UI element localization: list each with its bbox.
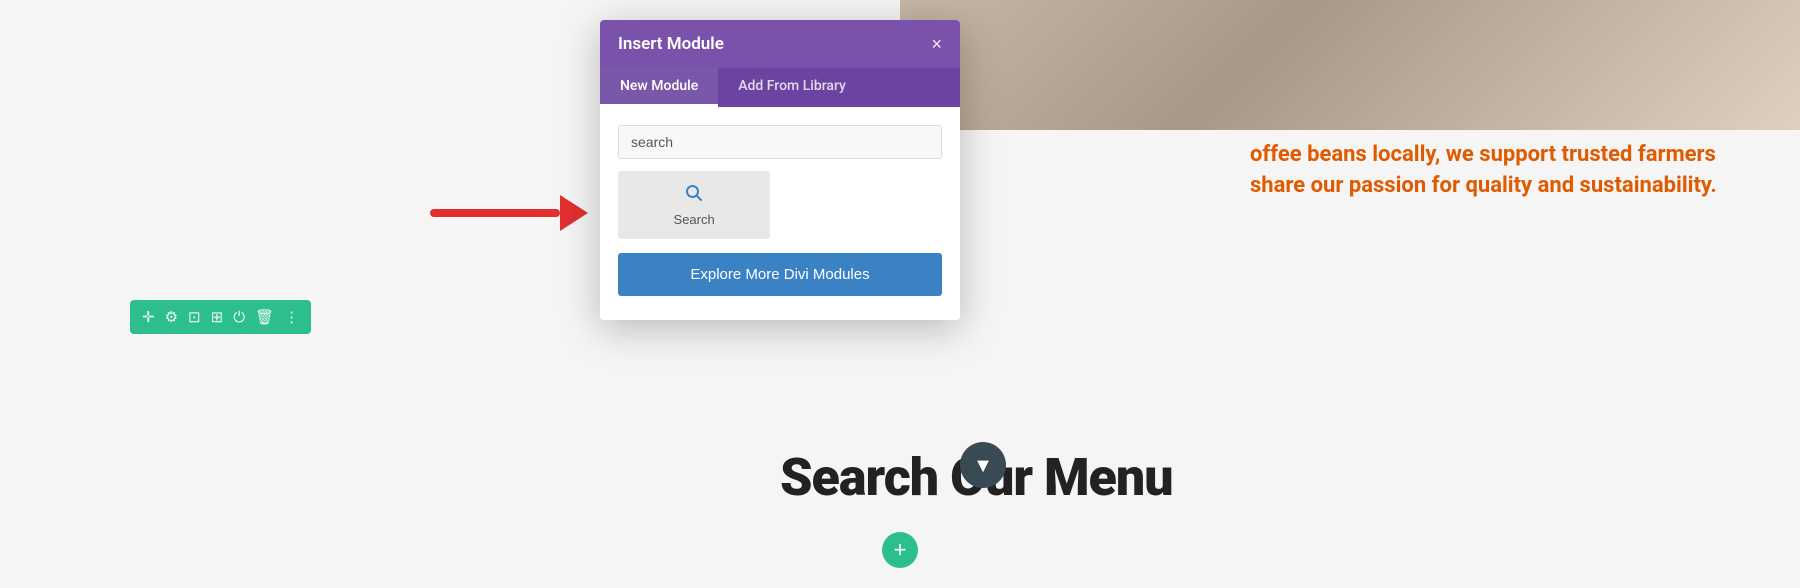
bg-text-line2: share our passion for quality and sustai…	[1250, 171, 1750, 202]
modal-tabs: New Module Add From Library	[600, 68, 960, 107]
delete-icon[interactable]: 🗑	[255, 308, 274, 326]
add-section-button[interactable]: +	[882, 532, 918, 568]
modal-title: Insert Module	[618, 34, 724, 54]
modal-close-button[interactable]: ×	[931, 35, 942, 53]
more-icon[interactable]: ⋮	[284, 308, 299, 326]
module-search-input[interactable]	[618, 125, 942, 159]
tab-add-from-library[interactable]: Add From Library	[718, 68, 866, 107]
duplicate-icon[interactable]: ⊡	[188, 308, 201, 326]
arrow-line	[430, 209, 560, 217]
modal-body: Search Explore More Divi Modules	[600, 107, 960, 320]
insert-module-modal: Insert Module × New Module Add From Libr…	[600, 20, 960, 320]
circle-icon: ▼	[973, 453, 993, 478]
search-button[interactable]: Search	[618, 171, 770, 239]
arrow-head	[560, 195, 588, 231]
search-icon	[684, 183, 704, 208]
explore-modules-button[interactable]: Explore More Divi Modules	[618, 253, 942, 296]
module-toolbar: ✛ ⚙ ⊡ ⊞ ⏻ 🗑 ⋮	[130, 300, 311, 334]
grid-icon[interactable]: ⊞	[211, 308, 224, 326]
toggle-icon[interactable]: ⏻	[233, 308, 245, 326]
hero-image	[900, 0, 1800, 130]
background-text: offee beans locally, we support trusted …	[1250, 140, 1750, 202]
bg-text-line1: offee beans locally, we support trusted …	[1250, 140, 1750, 171]
settings-icon[interactable]: ⚙	[165, 308, 178, 326]
search-button-label: Search	[674, 212, 715, 227]
tab-new-module[interactable]: New Module	[600, 68, 718, 107]
red-arrow	[430, 195, 588, 231]
heading-circle-icon: ▼	[960, 442, 1006, 488]
modal-header: Insert Module ×	[600, 20, 960, 68]
move-icon[interactable]: ✛	[142, 308, 155, 326]
